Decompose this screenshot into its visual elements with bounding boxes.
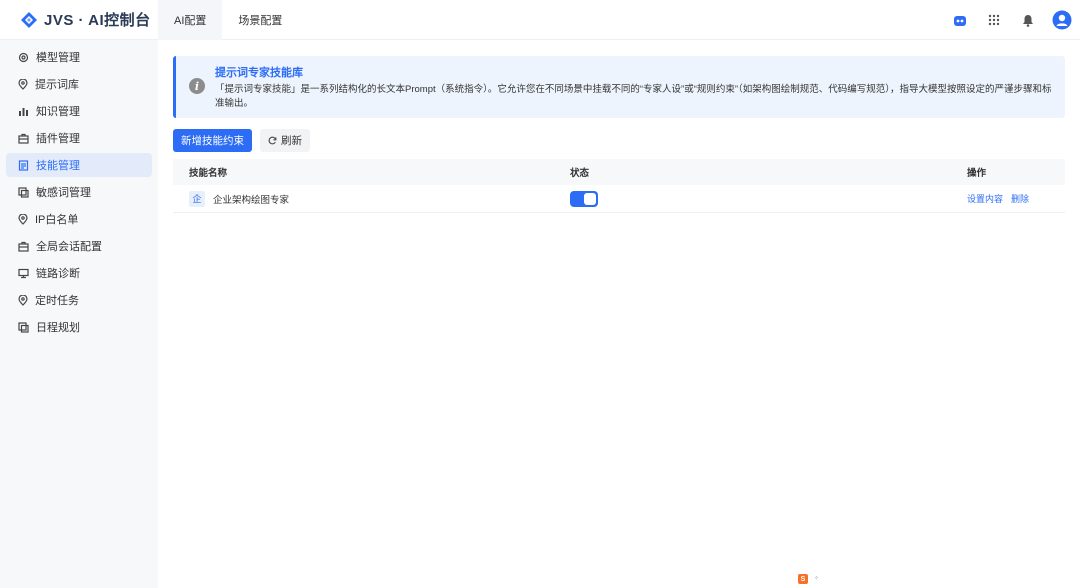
location-pin-icon (18, 78, 28, 90)
column-header-status: 状态 (570, 168, 590, 179)
sidebar-item-label: 插件管理 (36, 133, 80, 145)
sidebar-item-label: 技能管理 (36, 160, 80, 172)
sidebar-item-ip-whitelist[interactable]: IP白名单 (6, 207, 152, 231)
sidebar: 模型管理 提示词库 知识管理 插件管理 技能管理 敏感词管理 IP白名单 全局会… (0, 40, 158, 588)
add-skill-button[interactable]: 新增技能约束 (173, 129, 252, 152)
sidebar-item-label: 定时任务 (35, 295, 79, 307)
info-title: 提示词专家技能库 (215, 67, 303, 79)
skill-name-cell: 企 企业架构绘图专家 (173, 190, 570, 207)
copy-icon (18, 321, 29, 333)
user-avatar-button[interactable] (1052, 10, 1072, 30)
widget-logo-icon: S (798, 574, 808, 584)
sidebar-item-scheduled-tasks[interactable]: 定时任务 (6, 288, 152, 312)
table-row: 企 企业架构绘图专家 设置内容 删除 (173, 185, 1065, 213)
location-pin-icon (18, 294, 28, 306)
main-content: i 提示词专家技能库 「提示词专家技能」是一系列结构化的长文本Prompt（系统… (158, 40, 1080, 588)
floating-widget[interactable]: S ⁘ (798, 574, 819, 584)
toggle-knob (584, 192, 596, 205)
skill-name: 企业架构绘图专家 (213, 194, 290, 206)
logo-icon (21, 11, 37, 28)
refresh-button[interactable]: 刷新 (260, 129, 310, 152)
robot-icon (954, 16, 966, 26)
document-list-icon (18, 159, 29, 171)
monitor-icon (18, 268, 29, 278)
notifications-button[interactable] (1018, 10, 1038, 30)
sidebar-item-plugins[interactable]: 插件管理 (6, 126, 152, 150)
sidebar-item-label: 日程规划 (36, 322, 80, 334)
info-icon: i (189, 78, 205, 94)
sidebar-item-prompts[interactable]: 提示词库 (6, 72, 152, 96)
sidebar-item-trace-diagnosis[interactable]: 链路诊断 (6, 261, 152, 285)
sidebar-item-label: IP白名单 (35, 214, 79, 226)
sidebar-item-label: 知识管理 (36, 106, 80, 118)
sidebar-item-label: 提示词库 (35, 79, 79, 91)
info-description: 「提示词专家技能」是一系列结构化的长文本Prompt（系统指令）。它允许您在不同… (215, 84, 1052, 109)
header-actions (950, 0, 1072, 40)
sidebar-item-label: 全局会话配置 (36, 241, 102, 253)
tab-scene-config[interactable]: 场景配置 (222, 0, 298, 40)
widget-menu-icon: ⁘ (814, 575, 820, 582)
sidebar-item-knowledge[interactable]: 知识管理 (6, 99, 152, 123)
sidebar-item-global-session[interactable]: 全局会话配置 (6, 234, 152, 258)
column-header-name: 技能名称 (189, 168, 228, 179)
skill-status-cell (570, 190, 967, 207)
info-banner: i 提示词专家技能库 「提示词专家技能」是一系列结构化的长文本Prompt（系统… (173, 56, 1065, 118)
refresh-label: 刷新 (281, 135, 302, 147)
bell-icon (1023, 14, 1033, 27)
sidebar-item-label: 敏感词管理 (36, 187, 91, 199)
sidebar-item-label: 链路诊断 (36, 268, 80, 280)
sidebar-item-sensitive-words[interactable]: 敏感词管理 (6, 180, 152, 204)
table-header: 技能名称 状态 操作 (173, 159, 1065, 185)
app-logo[interactable]: JVS · AI控制台 (0, 0, 158, 40)
tab-ai-config[interactable]: AI配置 (158, 0, 223, 40)
bar-chart-icon (19, 107, 28, 116)
briefcase-icon (18, 241, 29, 252)
status-toggle[interactable] (570, 190, 598, 207)
sidebar-item-label: 模型管理 (36, 52, 80, 64)
enterprise-icon: 企 (189, 190, 205, 207)
skills-table: 技能名称 状态 操作 企 企业架构绘图专家 设置内容 删除 (173, 159, 1065, 213)
column-header-ops: 操作 (967, 168, 987, 179)
apps-grid-button[interactable] (984, 10, 1004, 30)
sidebar-item-model[interactable]: 模型管理 (6, 45, 152, 69)
delete-link[interactable]: 删除 (1011, 192, 1029, 205)
skill-ops-cell: 设置内容 删除 (967, 192, 1065, 205)
refresh-icon (268, 136, 277, 145)
avatar-icon (1052, 10, 1072, 30)
model-icon (18, 52, 29, 62)
ai-assistant-button[interactable] (950, 10, 970, 30)
top-tabs: AI配置 场景配置 (158, 0, 298, 40)
briefcase-icon (18, 133, 29, 144)
toolbar: 新增技能约束 刷新 (173, 129, 310, 152)
edit-content-link[interactable]: 设置内容 (967, 192, 1003, 205)
app-title: JVS · AI控制台 (44, 12, 151, 29)
location-pin-icon (18, 213, 28, 225)
sidebar-item-skills[interactable]: 技能管理 (6, 153, 152, 177)
top-bar: JVS · AI控制台 AI配置 场景配置 (0, 0, 1080, 40)
sidebar-item-schedule-planning[interactable]: 日程规划 (6, 315, 152, 339)
copy-icon (18, 186, 29, 198)
grid-icon (988, 14, 1000, 26)
